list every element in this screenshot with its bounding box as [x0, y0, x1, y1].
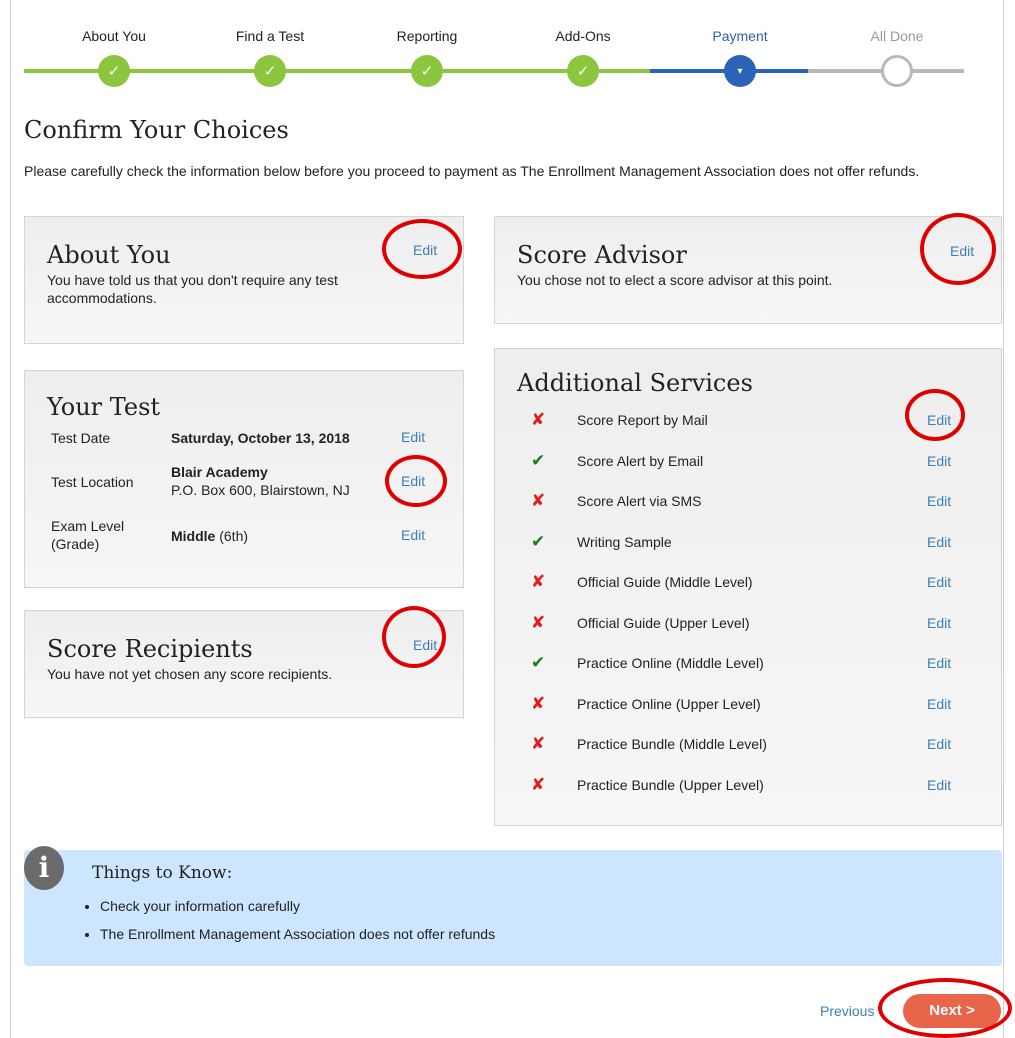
service-row: ✘ Practice Bundle (Middle Level) Edit [495, 734, 1015, 758]
step-reporting-check-icon[interactable]: ✓ [411, 55, 443, 87]
previous-link[interactable]: Previous [820, 1003, 874, 1019]
about-you-title: About You [47, 241, 171, 269]
test-location-name: Blair Academy [171, 464, 268, 480]
test-date-edit-link[interactable]: Edit [401, 429, 425, 445]
selected-check-icon: ✔ [531, 531, 546, 551]
service-edit-link[interactable]: Edit [927, 736, 951, 752]
service-edit-link[interactable]: Edit [927, 412, 951, 428]
not-selected-x-icon: ✘ [531, 572, 546, 591]
service-row: ✔ Writing Sample Edit [495, 532, 1015, 556]
service-label: Official Guide (Upper Level) [577, 614, 750, 631]
test-location-edit-link[interactable]: Edit [401, 473, 425, 489]
score-advisor-text: You chose not to elect a score advisor a… [517, 272, 833, 288]
service-label: Score Report by Mail [577, 412, 708, 428]
test-location-label: Test Location [51, 474, 134, 490]
score-recipients-text: You have not yet chosen any score recipi… [47, 666, 333, 682]
service-label: Writing Sample [577, 533, 672, 550]
step-add-ons-check-icon[interactable]: ✓ [567, 55, 599, 87]
score-recipients-title: Score Recipients [47, 635, 253, 663]
things-to-know-item: The Enrollment Management Association do… [100, 920, 495, 948]
things-to-know-title: Things to Know: [92, 863, 233, 883]
step-label-reporting: Reporting [396, 28, 458, 44]
service-label: Official Guide (Middle Level) [577, 574, 753, 590]
service-edit-link[interactable]: Edit [927, 777, 951, 793]
service-edit-link[interactable]: Edit [927, 696, 951, 712]
service-label: Practice Online (Middle Level) [577, 655, 764, 671]
service-label: Score Alert by Email [577, 452, 704, 469]
score-advisor-edit-link[interactable]: Edit [950, 243, 974, 259]
not-selected-x-icon: ✘ [531, 410, 546, 429]
frame-border-right [1003, 0, 1004, 1038]
step-all-done-empty-icon [881, 55, 913, 87]
service-row: ✘ Score Alert via SMS Edit [495, 491, 1015, 515]
exam-level-edit-link[interactable]: Edit [401, 527, 425, 543]
step-payment-current-icon: ▾ [724, 55, 756, 87]
service-row: ✔ Score Alert by Email Edit [495, 451, 1015, 475]
not-selected-x-icon: ✘ [531, 693, 546, 713]
exam-level-label: Exam Level (Grade) [51, 518, 125, 552]
service-row: ✘ Official Guide (Upper Level) Edit [495, 613, 1015, 637]
service-edit-link[interactable]: Edit [927, 493, 951, 509]
progress-stepper: About You Find a Test Reporting Add-Ons … [0, 0, 1015, 100]
step-label-about-you: About You [82, 28, 146, 44]
step-find-a-test-check-icon[interactable]: ✓ [254, 55, 286, 87]
your-test-panel: Your Test Test Date Saturday, October 13… [24, 370, 464, 588]
service-row: ✘ Score Report by Mail Edit [495, 410, 1015, 434]
score-recipients-edit-link[interactable]: Edit [413, 637, 437, 653]
about-you-panel: About You You have told us that you don'… [24, 216, 464, 344]
score-advisor-panel: Score Advisor You chose not to elect a s… [494, 216, 1002, 324]
info-icon: i [24, 846, 64, 890]
exam-level-value: Middle (6th) [171, 527, 248, 545]
things-to-know-list: Check your information carefully The Enr… [80, 892, 495, 948]
step-label-payment: Payment [712, 28, 768, 44]
not-selected-x-icon: ✘ [531, 491, 546, 510]
test-location-value: Blair Academy P.O. Box 600, Blairstown, … [171, 463, 401, 499]
not-selected-x-icon: ✘ [531, 734, 546, 753]
things-to-know-item: Check your information carefully [100, 892, 495, 920]
service-edit-link[interactable]: Edit [927, 574, 951, 590]
service-row: ✘ Practice Bundle (Upper Level) Edit [495, 775, 1015, 799]
things-to-know-box: i Things to Know: Check your information… [24, 846, 1002, 966]
about-you-edit-link[interactable]: Edit [413, 242, 437, 258]
test-location-address: P.O. Box 600, Blairstown, NJ [171, 482, 350, 498]
step-label-find-a-test: Find a Test [235, 28, 305, 44]
exam-level-bold: Middle [171, 528, 216, 544]
frame-border-left [10, 0, 11, 1038]
exam-level-grade: (6th) [215, 528, 249, 544]
page-title: Confirm Your Choices [24, 116, 289, 144]
service-edit-link[interactable]: Edit [927, 655, 951, 671]
step-label-all-done: All Done [870, 28, 924, 44]
service-row: ✘ Practice Online (Upper Level) Edit [495, 694, 1015, 718]
your-test-title: Your Test [47, 393, 161, 421]
service-row: ✔ Practice Online (Middle Level) Edit [495, 653, 1015, 677]
about-you-text: You have told us that you don't require … [47, 272, 338, 306]
service-edit-link[interactable]: Edit [927, 453, 951, 469]
service-label: Practice Bundle (Upper Level) [577, 776, 764, 793]
step-about-you-check-icon[interactable]: ✓ [98, 55, 130, 87]
service-label: Score Alert via SMS [577, 493, 702, 509]
test-date-label: Test Date [51, 430, 111, 446]
service-label: Practice Online (Upper Level) [577, 695, 761, 712]
selected-check-icon: ✔ [531, 450, 546, 470]
additional-services-panel: Additional Services ✘ Score Report by Mai… [494, 348, 1002, 826]
selected-check-icon: ✔ [531, 653, 546, 672]
additional-services-title: Additional Services [517, 369, 753, 397]
test-date-value-bold: Saturday, October 13, 2018 [171, 430, 350, 446]
score-advisor-title: Score Advisor [517, 241, 687, 269]
test-date-value: Saturday, October 13, 2018 [171, 429, 350, 447]
next-button[interactable]: Next > [903, 994, 1001, 1028]
service-label: Practice Bundle (Middle Level) [577, 736, 767, 752]
step-label-add-ons: Add-Ons [555, 28, 611, 44]
score-recipients-panel: Score Recipients You have not yet chosen… [24, 610, 464, 718]
intro-text: Please carefully check the information b… [24, 163, 920, 179]
service-edit-link[interactable]: Edit [927, 534, 951, 550]
not-selected-x-icon: ✘ [531, 612, 546, 632]
not-selected-x-icon: ✘ [531, 774, 546, 794]
service-row: ✘ Official Guide (Middle Level) Edit [495, 572, 1015, 596]
service-edit-link[interactable]: Edit [927, 615, 951, 631]
